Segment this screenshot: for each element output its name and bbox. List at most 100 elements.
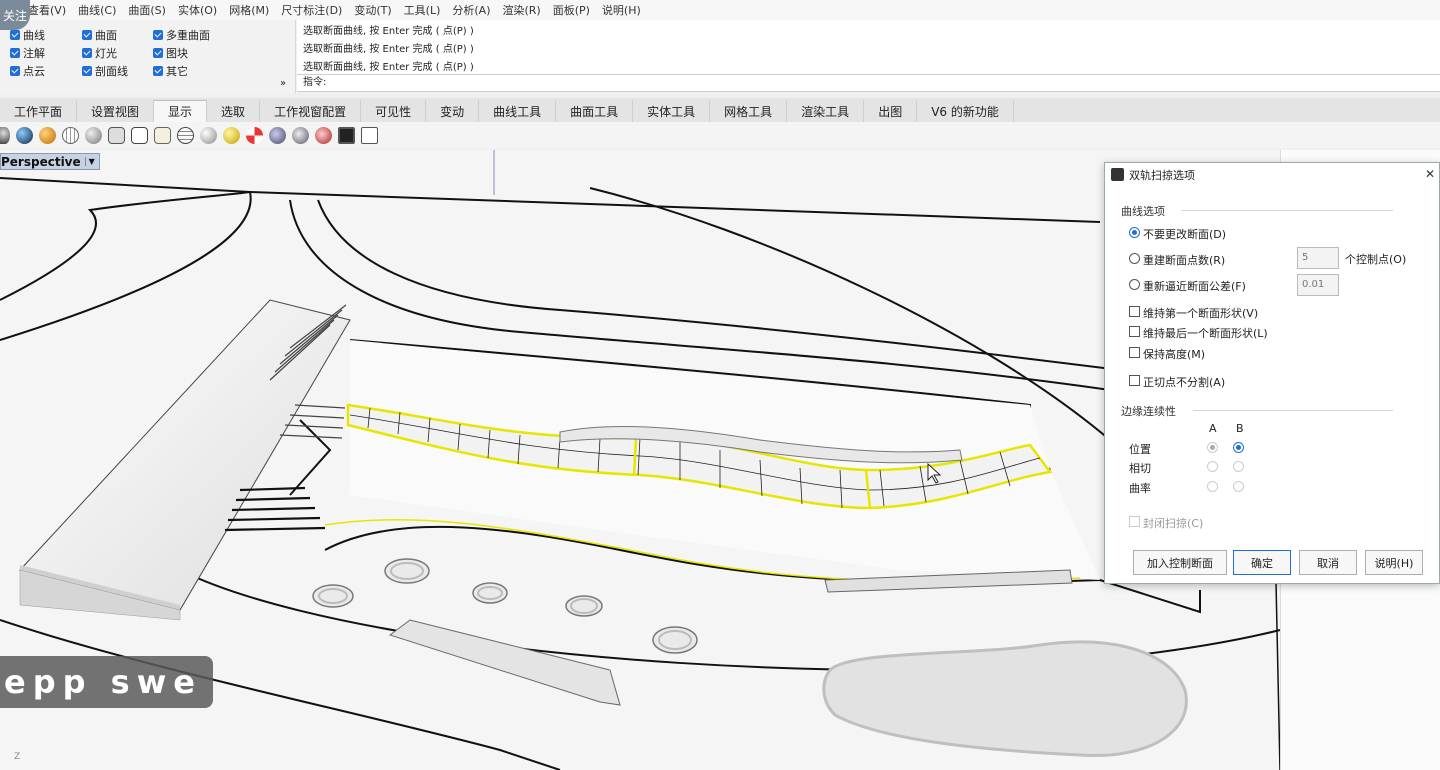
menu-tools[interactable]: 工具(L) bbox=[404, 2, 441, 18]
checkbox-checked-icon bbox=[82, 30, 92, 40]
tab-solid-tools[interactable]: 实体工具 bbox=[633, 100, 711, 122]
radio-curvature-b[interactable] bbox=[1233, 481, 1244, 492]
tab-select[interactable]: 选取 bbox=[207, 100, 261, 122]
filter-polysurfaces[interactable]: 多重曲面 bbox=[153, 27, 210, 43]
checkbox-maintain-last[interactable] bbox=[1129, 326, 1140, 337]
column-b-label: B bbox=[1236, 422, 1244, 435]
close-icon[interactable]: ✕ bbox=[1425, 167, 1435, 181]
help-button[interactable]: 说明(H) bbox=[1365, 550, 1423, 575]
tab-mesh-tools[interactable]: 网格工具 bbox=[710, 100, 788, 122]
tab-visibility[interactable]: 可见性 bbox=[361, 100, 427, 122]
radio-no-change[interactable] bbox=[1129, 227, 1140, 238]
tab-viewport-layout[interactable]: 工作视窗配置 bbox=[260, 100, 362, 122]
technical-cylinder-icon[interactable] bbox=[131, 126, 148, 144]
rebuild-count-input[interactable]: 5 bbox=[1297, 247, 1339, 269]
menu-analyze[interactable]: 分析(A) bbox=[452, 2, 490, 18]
yellow-sphere-icon[interactable] bbox=[223, 126, 240, 144]
ghosted-sphere-icon[interactable] bbox=[85, 126, 102, 144]
menu-mesh[interactable]: 网格(M) bbox=[229, 2, 269, 18]
maintain-first-label: 维持第一个断面形状(V) bbox=[1143, 307, 1259, 320]
tab-render-tools[interactable]: 渲染工具 bbox=[787, 100, 865, 122]
menu-surface[interactable]: 曲面(S) bbox=[128, 2, 166, 18]
points-sphere-icon[interactable] bbox=[269, 126, 286, 144]
checkbox-checked-icon bbox=[153, 66, 163, 76]
pen-globe-icon[interactable] bbox=[177, 126, 194, 144]
command-prompt[interactable]: 指令: bbox=[297, 74, 1440, 92]
tab-cplanes[interactable]: 工作平面 bbox=[0, 100, 78, 122]
checkbox-keep-height[interactable] bbox=[1129, 347, 1140, 358]
radio-tangency-a[interactable] bbox=[1207, 461, 1218, 472]
rendered-sphere-icon[interactable] bbox=[16, 126, 33, 144]
viewport-title[interactable]: Perspective ▼ bbox=[0, 153, 100, 170]
gray-sphere-icon[interactable] bbox=[200, 126, 217, 144]
filter-surfaces[interactable]: 曲面 bbox=[82, 27, 117, 43]
checkbox-checked-icon bbox=[10, 30, 20, 40]
follow-badge[interactable]: 关注 bbox=[0, 0, 30, 30]
cross-sphere-icon[interactable] bbox=[315, 126, 332, 144]
video-caption: epp swe bbox=[0, 656, 213, 708]
display-toolbar bbox=[0, 122, 1440, 148]
color-sphere-icon[interactable] bbox=[246, 126, 263, 144]
tab-surface-tools[interactable]: 曲面工具 bbox=[556, 100, 634, 122]
wireframe-sphere-icon[interactable] bbox=[62, 126, 79, 144]
checkbox-closed-sweep[interactable] bbox=[1129, 516, 1140, 527]
filter-other[interactable]: 其它 bbox=[153, 63, 188, 79]
menu-solid[interactable]: 实体(O) bbox=[178, 2, 217, 18]
command-history-line: 选取断面曲线, 按 Enter 完成 ( 点(P) ) bbox=[303, 44, 474, 55]
radio-curvature-a[interactable] bbox=[1207, 481, 1218, 492]
cancel-button[interactable]: 取消 bbox=[1299, 550, 1357, 575]
tab-set-view[interactable]: 设置视图 bbox=[77, 100, 155, 122]
dropdown-arrow-icon[interactable]: ▼ bbox=[84, 157, 95, 166]
keep-height-label: 保持高度(M) bbox=[1143, 348, 1206, 361]
sweep2-options-dialog: 双轨扫掠选项 ✕ 曲线选项 不要更改断面(D) 重建断面点数(R) 5 个控制点… bbox=[1104, 162, 1440, 584]
dialog-title: 双轨扫掠选项 bbox=[1129, 169, 1195, 182]
checkbox-no-split-tangent[interactable] bbox=[1129, 375, 1140, 386]
menu-transform[interactable]: 变动(T) bbox=[354, 2, 391, 18]
artistic-cylinder-icon[interactable] bbox=[154, 126, 171, 144]
menu-curve[interactable]: 曲线(C) bbox=[78, 2, 116, 18]
checkbox-checked-icon bbox=[153, 48, 163, 58]
column-a-label: A bbox=[1209, 422, 1217, 435]
radio-position-a[interactable] bbox=[1207, 442, 1218, 453]
add-slash-button[interactable]: 加入控制断面 bbox=[1133, 550, 1227, 575]
radio-rebuild[interactable] bbox=[1129, 253, 1140, 264]
checkbox-maintain-first[interactable] bbox=[1129, 306, 1140, 317]
radio-refit[interactable] bbox=[1129, 279, 1140, 290]
tab-drafting[interactable]: 出图 bbox=[864, 100, 918, 122]
tab-new-in-v6[interactable]: V6 的新功能 bbox=[917, 100, 1014, 122]
command-history-line: 选取断面曲线, 按 Enter 完成 ( 点(P) ) bbox=[303, 62, 474, 73]
shaded-sphere-icon[interactable] bbox=[0, 126, 10, 144]
checkbox-checked-icon bbox=[82, 66, 92, 76]
filter-blocks[interactable]: 图块 bbox=[153, 45, 188, 61]
tab-transform[interactable]: 变动 bbox=[426, 100, 480, 122]
menu-bar: 查看(V) 曲线(C) 曲面(S) 实体(O) 网格(M) 尺寸标注(D) 变动… bbox=[0, 0, 1440, 20]
filter-annotations[interactable]: 注解 bbox=[10, 45, 45, 61]
arrows-sphere-icon[interactable] bbox=[292, 126, 309, 144]
menu-render[interactable]: 渲染(R) bbox=[502, 2, 540, 18]
menu-view[interactable]: 查看(V) bbox=[28, 2, 66, 18]
tab-curve-tools[interactable]: 曲线工具 bbox=[479, 100, 557, 122]
menu-dimension[interactable]: 尺寸标注(D) bbox=[281, 2, 342, 18]
filter-point-clouds[interactable]: 点云 bbox=[10, 63, 45, 79]
refit-label: 重新逼近断面公差(F) bbox=[1143, 280, 1246, 293]
no-change-label: 不要更改断面(D) bbox=[1143, 228, 1227, 241]
ok-button[interactable]: 确定 bbox=[1233, 550, 1291, 575]
closed-sweep-label: 封闭扫掠(C) bbox=[1143, 517, 1204, 530]
tab-display[interactable]: 显示 bbox=[154, 100, 208, 122]
cube-frame-icon[interactable] bbox=[361, 126, 378, 144]
gold-sphere-icon[interactable] bbox=[39, 126, 56, 144]
curve-options-heading: 曲线选项 bbox=[1121, 205, 1165, 218]
radio-position-b[interactable] bbox=[1233, 442, 1244, 453]
command-history: 选取断面曲线, 按 Enter 完成 ( 点(P) ) 选取断面曲线, 按 En… bbox=[297, 20, 1440, 74]
edge-continuity-heading: 边缘连续性 bbox=[1121, 405, 1176, 418]
monitor-icon[interactable] bbox=[338, 126, 355, 144]
checkbox-checked-icon bbox=[10, 48, 20, 58]
filter-hatches[interactable]: 剖面线 bbox=[82, 63, 128, 79]
menu-help[interactable]: 说明(H) bbox=[602, 2, 641, 18]
refit-tolerance-input[interactable]: 0.01 bbox=[1297, 274, 1339, 296]
xray-cylinder-icon[interactable] bbox=[108, 126, 125, 144]
filter-lights[interactable]: 灯光 bbox=[82, 45, 117, 61]
radio-tangency-b[interactable] bbox=[1233, 461, 1244, 472]
expand-arrow-icon[interactable]: » bbox=[280, 78, 286, 89]
menu-panels[interactable]: 面板(P) bbox=[553, 2, 590, 18]
